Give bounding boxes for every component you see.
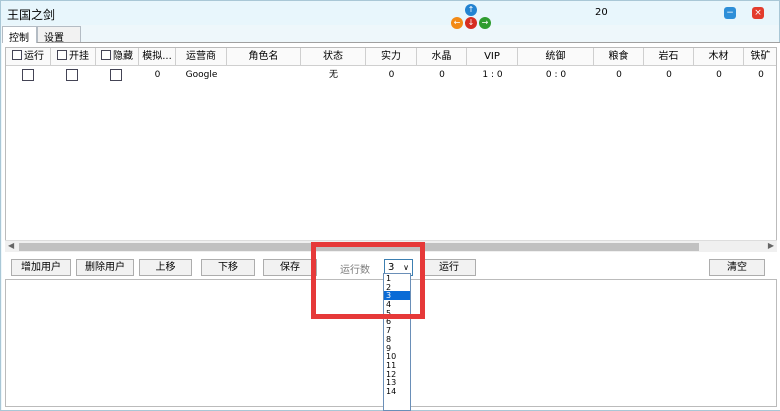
window-title: 王国之剑: [7, 8, 56, 22]
cell-operator: Google: [185, 70, 218, 80]
move-up-button[interactable]: 上移: [139, 259, 192, 276]
run-button[interactable]: 运行: [422, 259, 476, 276]
title-bar: 王国之剑 ↑ ← ↓ → 20 − ×: [1, 1, 779, 29]
run-all-checkbox[interactable]: [12, 50, 22, 60]
cell-wood: 0: [716, 70, 722, 80]
cheat-all-checkbox[interactable]: [57, 50, 67, 60]
dropdown-option[interactable]: 14: [384, 387, 410, 396]
cell-crystal: 0: [439, 70, 445, 80]
cell-vip: 1 : 0: [482, 70, 503, 80]
hide-all-checkbox[interactable]: [101, 50, 111, 60]
dropdown-option[interactable]: 12: [384, 370, 410, 379]
tab-settings[interactable]: 设置: [37, 26, 81, 44]
header-run[interactable]: 运行: [6, 48, 51, 66]
clear-button[interactable]: 清空: [709, 259, 765, 276]
scroll-right-icon[interactable]: ▶: [768, 241, 774, 250]
counter-value: 20: [595, 7, 608, 18]
minimize-icon[interactable]: −: [724, 7, 736, 19]
arrow-down-icon[interactable]: ↓: [465, 17, 477, 29]
cell-command: 0 : 0: [545, 70, 567, 80]
header-food[interactable]: 粮食: [594, 48, 644, 66]
row-hide-checkbox[interactable]: [110, 69, 122, 81]
close-icon[interactable]: ×: [752, 7, 764, 19]
cell-food: 0: [616, 70, 622, 80]
header-command[interactable]: 统御: [518, 48, 594, 66]
header-rock[interactable]: 岩石: [644, 48, 694, 66]
header-vip[interactable]: VIP: [467, 48, 518, 66]
account-grid: 运行 开挂 隐藏 模拟... 运营商 角色名 状态 实力 水晶 VIP 统御 粮…: [5, 47, 777, 249]
header-wood[interactable]: 木材: [694, 48, 744, 66]
header-operator[interactable]: 运营商: [176, 48, 227, 66]
dropdown-option[interactable]: 9: [384, 344, 410, 353]
header-cheat[interactable]: 开挂: [51, 48, 96, 66]
arrow-right-icon[interactable]: →: [479, 17, 491, 29]
row-run-checkbox[interactable]: [22, 69, 34, 81]
highlight-box: [311, 242, 425, 319]
header-power[interactable]: 实力: [366, 48, 417, 66]
row-cheat-checkbox[interactable]: [66, 69, 78, 81]
save-button[interactable]: 保存: [263, 259, 317, 276]
move-down-button[interactable]: 下移: [201, 259, 255, 276]
cell-role: [227, 68, 301, 82]
delete-user-button[interactable]: 删除用户: [76, 259, 134, 276]
header-sim[interactable]: 模拟...: [139, 48, 176, 66]
cell-power: 0: [388, 70, 395, 80]
dropdown-option[interactable]: 7: [384, 326, 410, 335]
header-hide[interactable]: 隐藏: [96, 48, 139, 66]
dropdown-option[interactable]: 8: [384, 335, 410, 344]
header-status[interactable]: 状态: [301, 48, 366, 66]
dropdown-option[interactable]: 10: [384, 352, 410, 361]
cell-iron: 0: [758, 70, 764, 80]
direction-pad: ↑ ← ↓ →: [449, 4, 493, 30]
cell-sim: 0: [154, 70, 161, 80]
scroll-left-icon[interactable]: ◀: [8, 241, 14, 250]
arrow-left-icon[interactable]: ←: [451, 17, 463, 29]
dropdown-option[interactable]: 11: [384, 361, 410, 370]
arrow-up-icon[interactable]: ↑: [465, 4, 477, 16]
header-role[interactable]: 角色名: [227, 48, 301, 66]
cell-rock: 0: [666, 70, 672, 80]
add-user-button[interactable]: 增加用户: [11, 259, 71, 276]
tab-control[interactable]: 控制: [2, 26, 37, 44]
dropdown-option[interactable]: 13: [384, 378, 410, 387]
header-iron[interactable]: 铁矿: [744, 48, 776, 66]
header-crystal[interactable]: 水晶: [417, 48, 467, 66]
cell-status: 无: [328, 70, 338, 80]
